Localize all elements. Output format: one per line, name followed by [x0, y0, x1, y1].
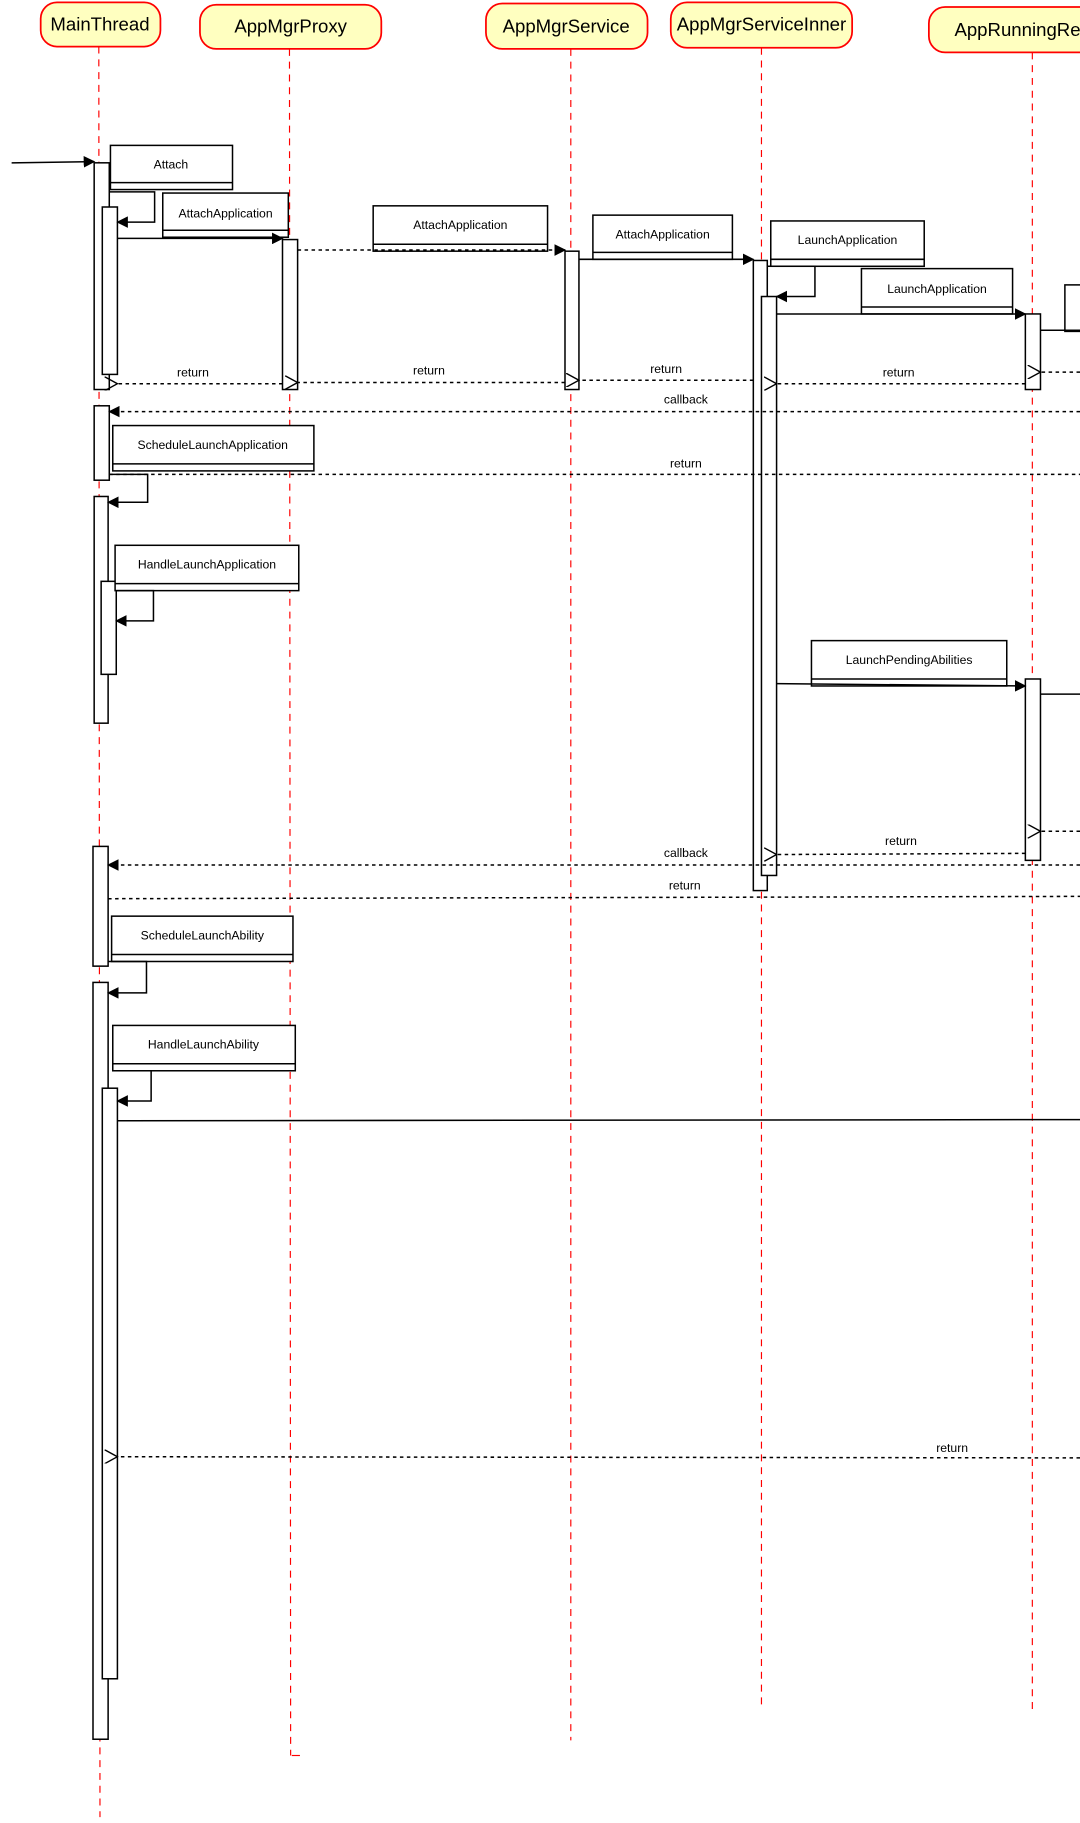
- message-attach-application-2: AttachApplication: [372, 205, 549, 252]
- message-attach-application-1: AttachApplication: [162, 192, 290, 238]
- message-attach: Attach: [109, 144, 234, 191]
- participant-apprunningrecord: AppRunningRec: [928, 6, 1080, 54]
- message-launch-application-1: LaunchApplication: [770, 220, 925, 268]
- participant-appmgrserviceinner: AppMgrServiceInner: [669, 1, 854, 49]
- return-arrows: [108, 372, 1080, 1458]
- return-label: return: [885, 834, 917, 848]
- sequence-diagram: MainThread AppMgrProxy AppMgrService App…: [11, 1, 1080, 1818]
- svg-text:LaunchApplication: LaunchApplication: [798, 233, 898, 247]
- svg-text:ScheduleLaunchApplication: ScheduleLaunchApplication: [138, 438, 288, 452]
- message-launch-pending-abilities: LaunchPendingAbilities: [810, 639, 1008, 687]
- svg-text:LaunchApplication: LaunchApplication: [887, 282, 987, 296]
- svg-text:AttachApplication: AttachApplication: [413, 218, 507, 232]
- svg-text:AttachApplication: AttachApplication: [178, 206, 272, 220]
- callback-label: callback: [664, 392, 709, 406]
- message-handle-launch-application: HandleLaunchApplication: [114, 544, 300, 592]
- return-label: return: [669, 878, 701, 892]
- svg-text:AppMgrService: AppMgrService: [503, 16, 630, 37]
- svg-text:HandleLaunchAbility: HandleLaunchAbility: [148, 1038, 260, 1052]
- svg-text:MainThread: MainThread: [50, 13, 149, 34]
- return-label: return: [413, 363, 445, 377]
- return-label: return: [883, 366, 915, 380]
- svg-text:ScheduleLaunchAbility: ScheduleLaunchAbility: [141, 928, 265, 942]
- participant-appmgrservice: AppMgrService: [485, 2, 649, 50]
- svg-text:AttachApplication: AttachApplication: [616, 227, 710, 241]
- participant-appmgrproxy: AppMgrProxy: [199, 3, 383, 50]
- message-schedule-launch-application: ScheduleLaunchApplication: [112, 424, 315, 472]
- return-label: return: [650, 362, 682, 376]
- message-handle-launch-ability: HandleLaunchAbility: [112, 1024, 297, 1072]
- participant-mainthread: MainThread: [39, 1, 162, 48]
- svg-text:AppMgrProxy: AppMgrProxy: [234, 16, 347, 37]
- svg-text:HandleLaunchApplication: HandleLaunchApplication: [138, 558, 276, 572]
- callback-label: callback: [664, 846, 709, 860]
- svg-text:AppRunningRec: AppRunningRec: [954, 19, 1080, 40]
- return-label: return: [670, 456, 702, 470]
- svg-text:AppMgrServiceInner: AppMgrServiceInner: [677, 13, 847, 34]
- return-label: return: [936, 1441, 968, 1455]
- svg-text:Attach: Attach: [154, 158, 189, 172]
- message-schedule-launch-ability: ScheduleLaunchAbility: [110, 915, 294, 963]
- message-launch-application-2: LaunchApplication: [860, 267, 1014, 315]
- return-label: return: [177, 366, 209, 380]
- svg-text:LaunchPendingAbilities: LaunchPendingAbilities: [846, 653, 973, 667]
- message-attach-application-3: AttachApplication: [592, 214, 734, 261]
